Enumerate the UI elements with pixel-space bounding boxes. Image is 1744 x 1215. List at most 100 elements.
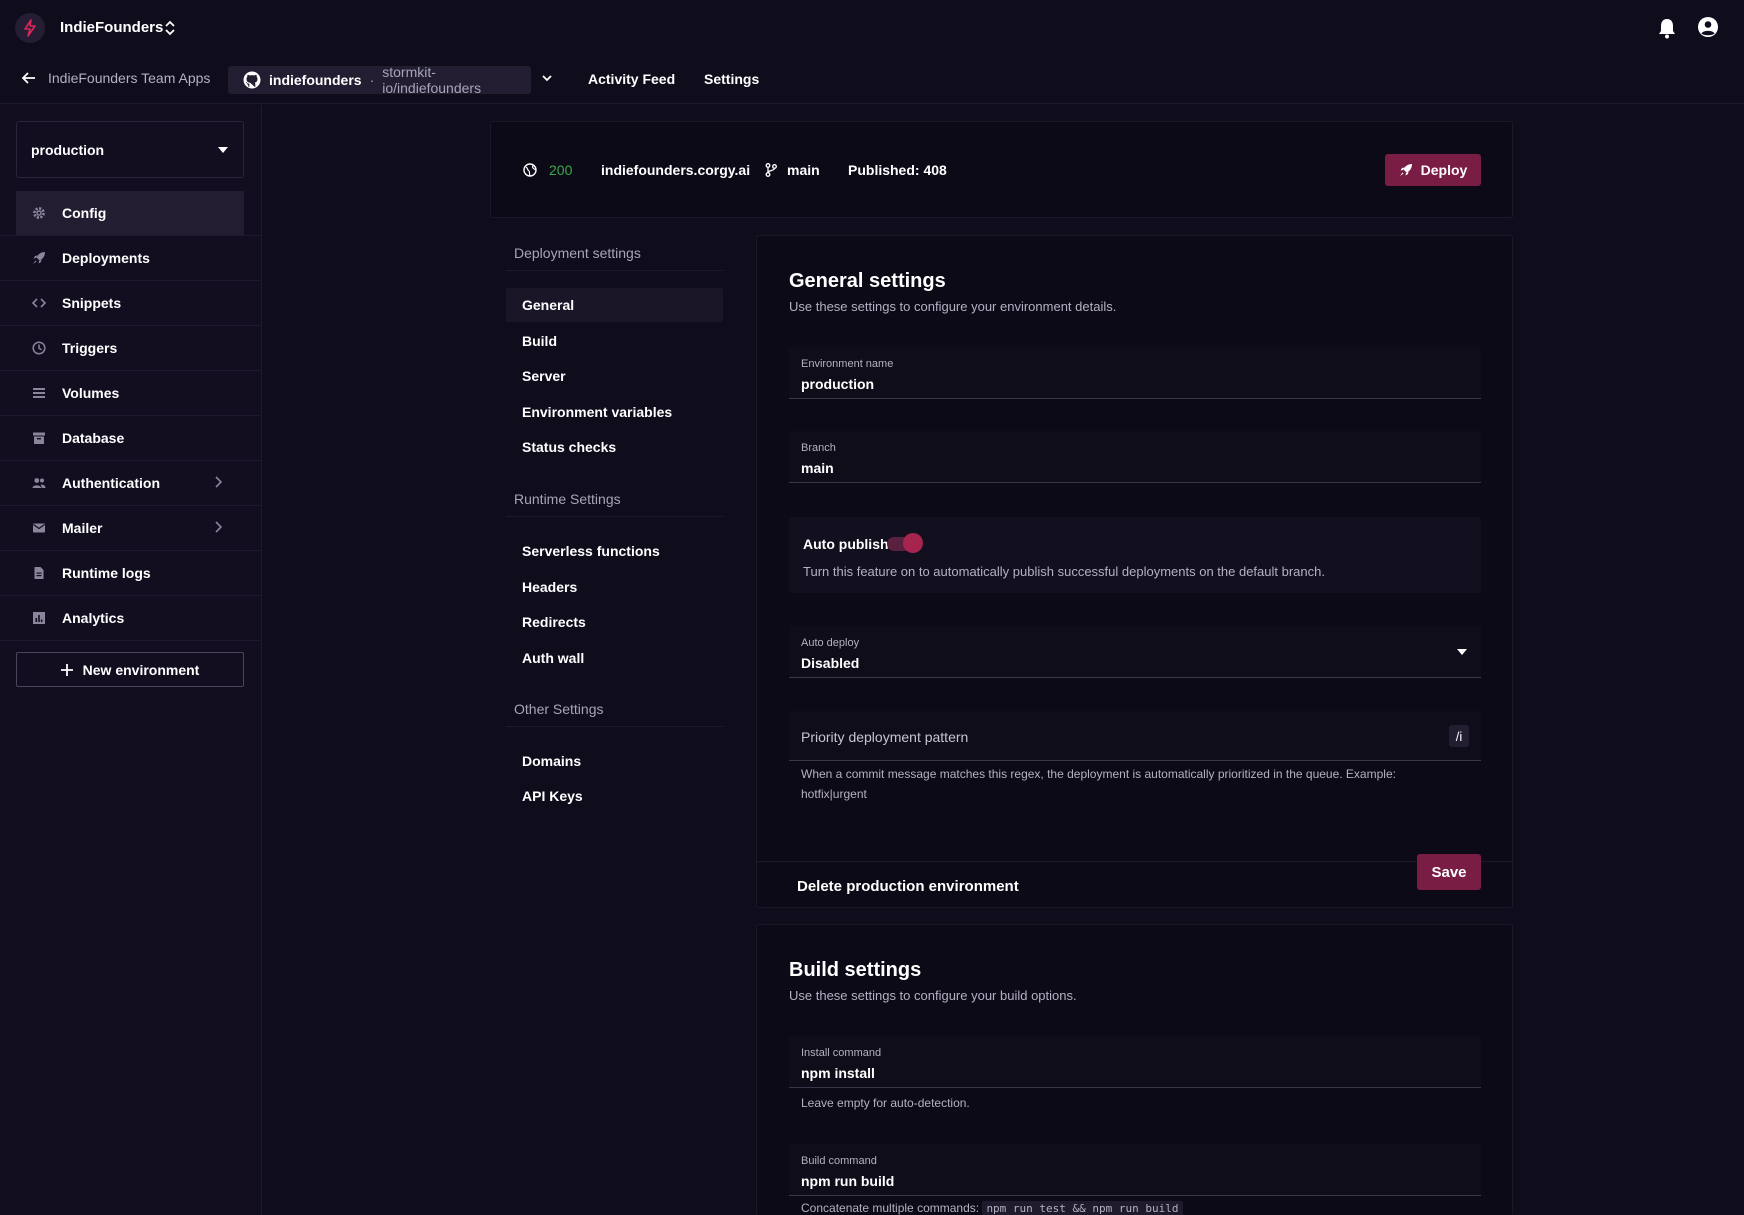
sidebar-item-mailer[interactable]: Mailer bbox=[16, 506, 262, 550]
sidebar-item-label: Database bbox=[62, 430, 125, 446]
install-command-field[interactable]: Install command npm install bbox=[789, 1036, 1481, 1088]
sidebar-item-runtime-logs[interactable]: Runtime logs bbox=[16, 551, 262, 595]
build-command-field[interactable]: Build command npm run build bbox=[789, 1144, 1481, 1196]
auto-publish-section: Auto publish Turn this feature on to aut… bbox=[789, 517, 1481, 593]
field-value: npm install bbox=[801, 1065, 875, 1081]
branch-indicator: main bbox=[765, 162, 820, 178]
priority-help: When a commit message matches this regex… bbox=[801, 764, 1481, 804]
save-button[interactable]: Save bbox=[1417, 854, 1481, 890]
arrow-left-icon bbox=[22, 71, 36, 85]
settings-nav-divider bbox=[506, 270, 723, 271]
priority-deployment-pattern-input[interactable]: Priority deployment pattern /i bbox=[789, 711, 1481, 761]
field-value: npm run build bbox=[801, 1173, 895, 1189]
sidebar-item-label: Config bbox=[62, 205, 107, 221]
build-settings-title: Build settings bbox=[789, 959, 922, 981]
stormkit-logo[interactable] bbox=[15, 13, 45, 43]
settings-nav-serverless-functions[interactable]: Serverless functions bbox=[522, 543, 660, 559]
settings-nav-server[interactable]: Server bbox=[522, 368, 566, 384]
settings-nav-heading: Other Settings bbox=[514, 701, 604, 717]
field-label: Auto deploy bbox=[801, 637, 860, 649]
status-code: 200 bbox=[549, 162, 573, 178]
globe-icon bbox=[523, 163, 537, 177]
repo-separator: · bbox=[369, 72, 375, 88]
environment-select[interactable]: production bbox=[16, 121, 244, 178]
rocket-icon bbox=[1399, 163, 1413, 177]
sidebar-item-config[interactable]: Config bbox=[16, 191, 244, 235]
environment-name-field[interactable]: Environment name production bbox=[789, 347, 1481, 399]
regex-flag-chip: /i bbox=[1449, 725, 1469, 747]
settings-nav-api-keys[interactable]: API Keys bbox=[522, 788, 583, 804]
chevron-right-icon bbox=[214, 521, 222, 533]
nav-activity-feed[interactable]: Activity Feed bbox=[588, 71, 675, 87]
auto-publish-toggle-knob[interactable] bbox=[903, 533, 923, 553]
new-environment-button[interactable]: New environment bbox=[16, 652, 244, 687]
environment-select-value: production bbox=[31, 141, 105, 158]
caret-down-icon bbox=[218, 147, 228, 153]
plus-icon bbox=[60, 663, 73, 676]
field-value: production bbox=[801, 376, 875, 392]
rocket-icon bbox=[32, 251, 46, 265]
settings-nav-environment-variables[interactable]: Environment variables bbox=[522, 404, 672, 420]
build-settings-subtitle: Use these settings to configure your bui… bbox=[789, 988, 1077, 1003]
team-switch-icon[interactable] bbox=[164, 20, 176, 36]
nav-settings[interactable]: Settings bbox=[704, 71, 759, 87]
deploy-button[interactable]: Deploy bbox=[1385, 154, 1481, 186]
settings-nav-divider bbox=[506, 516, 723, 517]
mail-icon bbox=[32, 521, 46, 535]
delete-environment-button[interactable]: Delete production environment bbox=[797, 863, 1019, 909]
branch-name: main bbox=[787, 162, 820, 178]
field-value: Disabled bbox=[801, 655, 860, 671]
settings-nav-auth-wall[interactable]: Auth wall bbox=[522, 650, 584, 666]
chevron-down-icon[interactable] bbox=[541, 73, 553, 83]
build-help-text: Concatenate multiple commands: bbox=[801, 1201, 980, 1215]
sidebar-item-snippets[interactable]: Snippets bbox=[16, 281, 262, 325]
deploy-label: Deploy bbox=[1420, 162, 1468, 178]
auto-deploy-select[interactable]: Auto deploy Disabled bbox=[789, 626, 1481, 678]
general-settings-subtitle: Use these settings to configure your env… bbox=[789, 299, 1117, 314]
settings-nav-status-checks[interactable]: Status checks bbox=[522, 439, 616, 455]
clock-icon bbox=[32, 341, 46, 355]
published-count: Published: 408 bbox=[848, 162, 947, 178]
back-to-team-apps-link[interactable]: IndieFounders Team Apps bbox=[22, 70, 210, 86]
new-environment-label: New environment bbox=[82, 661, 200, 678]
sidebar-item-deployments[interactable]: Deployments bbox=[16, 236, 262, 280]
team-name[interactable]: IndieFounders bbox=[60, 19, 163, 36]
environment-domain-link[interactable]: indiefounders.corgy.ai bbox=[601, 162, 750, 178]
document-icon bbox=[32, 566, 46, 580]
github-icon bbox=[243, 71, 261, 89]
auto-publish-help: Turn this feature on to automatically pu… bbox=[803, 564, 1325, 579]
sidebar-item-database[interactable]: Database bbox=[16, 416, 262, 460]
sidebar-item-label: Volumes bbox=[62, 385, 120, 401]
code-icon bbox=[32, 296, 46, 310]
top-bar: IndieFounders IndieFounders Team Apps in… bbox=[0, 0, 1744, 104]
settings-nav-domains[interactable]: Domains bbox=[522, 753, 581, 769]
sidebar-item-label: Deployments bbox=[62, 250, 150, 266]
install-command-help: Leave empty for auto-detection. bbox=[801, 1096, 970, 1110]
priority-help-line: When a commit message matches this regex… bbox=[801, 767, 1396, 781]
settings-nav-heading: Runtime Settings bbox=[514, 491, 621, 507]
priority-placeholder: Priority deployment pattern bbox=[801, 729, 969, 745]
sidebar-item-analytics[interactable]: Analytics bbox=[16, 596, 262, 640]
account-icon[interactable] bbox=[1697, 16, 1719, 38]
priority-help-example: hotfix|urgent bbox=[801, 787, 867, 801]
sidebar-item-label: Analytics bbox=[62, 610, 125, 626]
general-settings-card: General settings Use these settings to c… bbox=[756, 235, 1513, 908]
settings-nav-heading: Deployment settings bbox=[514, 245, 641, 261]
settings-nav-build[interactable]: Build bbox=[522, 333, 557, 349]
bell-icon[interactable] bbox=[1657, 17, 1677, 39]
settings-nav-general[interactable]: General bbox=[522, 297, 574, 313]
git-branch-icon bbox=[765, 163, 777, 177]
sidebar-divider bbox=[0, 640, 262, 641]
archive-icon bbox=[32, 431, 46, 445]
gear-icon bbox=[32, 206, 46, 220]
sidebar-item-authentication[interactable]: Authentication bbox=[16, 461, 262, 505]
sidebar-item-volumes[interactable]: Volumes bbox=[16, 371, 262, 415]
people-icon bbox=[32, 476, 46, 490]
sidebar-item-triggers[interactable]: Triggers bbox=[16, 326, 262, 370]
chart-icon bbox=[32, 611, 46, 625]
repo-chip[interactable]: indiefounders · stormkit-io/indiefounder… bbox=[228, 64, 531, 96]
settings-nav-redirects[interactable]: Redirects bbox=[522, 614, 586, 630]
repo-path: stormkit-io/indiefounders bbox=[382, 64, 482, 96]
branch-field[interactable]: Branch main bbox=[789, 431, 1481, 483]
settings-nav-headers[interactable]: Headers bbox=[522, 579, 577, 595]
